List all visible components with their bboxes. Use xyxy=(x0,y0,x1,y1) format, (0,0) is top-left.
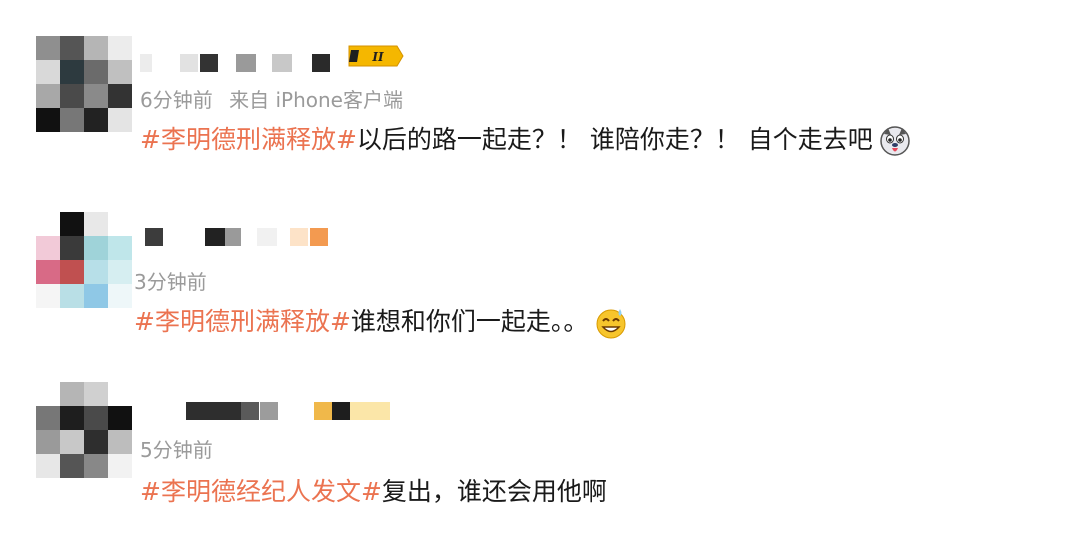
timestamp: 5分钟前 xyxy=(140,438,213,462)
comment-item: 5分钟前 #李明德经纪人发文#复出，谁还会用他啊 xyxy=(0,360,1080,546)
comment-meta: 5分钟前 xyxy=(140,434,213,463)
timestamp: 3分钟前 xyxy=(134,270,207,294)
comment-meta: 6分钟前 来自 iPhone客户端 xyxy=(140,84,403,113)
grinning-sweat-emoji-icon xyxy=(596,309,626,339)
comment-text: #李明德经纪人发文#复出，谁还会用他啊 xyxy=(140,472,607,508)
avatar[interactable] xyxy=(36,36,132,132)
comment-meta: 3分钟前 xyxy=(134,266,207,295)
comment-content: 复出，谁还会用他啊 xyxy=(381,477,607,506)
comment-text: #李明德刑满释放#以后的路一起走？！ 谁陪你走？！ 自个走去吧 xyxy=(140,120,911,157)
comment-item: II 6分钟前 来自 iPhone客户端 #李明德刑满释放#以后的路一起走？！ … xyxy=(0,0,1080,190)
comment-text: #李明德刑满释放#谁想和你们一起走。。 xyxy=(134,302,628,340)
username-blurred[interactable] xyxy=(145,228,335,246)
avatar[interactable] xyxy=(36,212,132,308)
timestamp: 6分钟前 xyxy=(140,88,213,112)
source-client[interactable]: 来自 iPhone客户端 xyxy=(229,88,403,112)
avatar[interactable] xyxy=(36,382,132,478)
dog-face-tongue-emoji-icon xyxy=(880,126,910,156)
topic-hashtag-link[interactable]: #李明德刑满释放# xyxy=(134,307,351,336)
comment-item: 3分钟前 #李明德刑满释放#谁想和你们一起走。。 xyxy=(0,190,1080,360)
svg-text:II: II xyxy=(371,50,384,64)
username-blurred[interactable] xyxy=(186,402,391,420)
username-blurred[interactable] xyxy=(140,54,340,72)
level-badge-icon: II xyxy=(348,45,404,67)
topic-hashtag-link[interactable]: #李明德经纪人发文# xyxy=(140,477,382,506)
topic-hashtag-link[interactable]: #李明德刑满释放# xyxy=(140,125,357,154)
comment-content: 谁想和你们一起走。。 xyxy=(350,307,589,336)
comment-content: 以后的路一起走？！ 谁陪你走？！ 自个走去吧 xyxy=(356,125,873,154)
